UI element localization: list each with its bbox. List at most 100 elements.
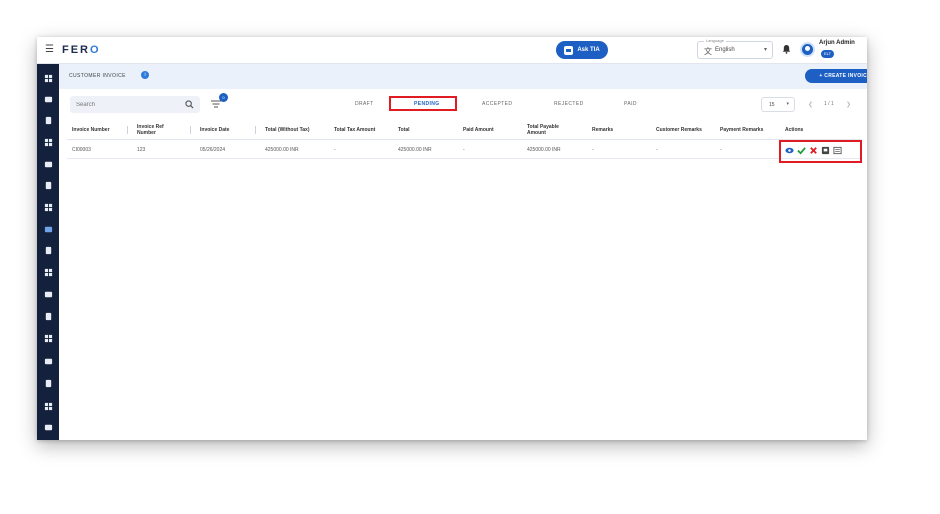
sidebar-item-reports[interactable] [42, 310, 54, 322]
cell-total-without-tax: 425000.00 INR [265, 147, 299, 153]
sidebar-item-documents[interactable] [42, 244, 54, 256]
table-row[interactable]: CI00003 123 05/26/2024 425000.00 INR - 4… [67, 141, 862, 159]
ask-assistant-button[interactable]: Ask TIA [556, 41, 608, 59]
language-caption: Language [704, 38, 726, 43]
user-role-badge: ELT [821, 50, 835, 58]
column-divider[interactable] [190, 126, 191, 134]
sidebar-item-transport[interactable] [42, 266, 54, 278]
cell-invoice-number: CI00003 [72, 147, 91, 153]
column-header[interactable]: Invoice Date [200, 127, 229, 133]
column-header[interactable]: Total (Without Tax) [265, 127, 309, 133]
search-input[interactable] [76, 100, 176, 109]
sidebar-item-apps[interactable] [42, 355, 54, 367]
modules-icon [44, 334, 52, 342]
user-name: Arjun Admin [819, 40, 855, 46]
prev-page-icon[interactable]: ❮ [808, 101, 813, 108]
top-bar: ☰ FERO Ask TIA Language 文 English ▾ Arju… [37, 37, 867, 64]
sidebar-item-shipments[interactable] [42, 158, 54, 170]
reports-icon [45, 312, 51, 320]
table-header: Invoice Number Invoice Ref Number Invoic… [67, 120, 862, 140]
translate-icon: 文 [704, 47, 712, 56]
sidebar-item-settings[interactable] [42, 377, 54, 389]
documents-icon [45, 246, 51, 254]
create-invoice-button[interactable]: + CREATE INVOICE [805, 69, 867, 83]
sidebar-item-orders[interactable] [42, 114, 54, 126]
avatar-icon[interactable] [800, 42, 815, 57]
app-logo[interactable]: FERO [62, 44, 101, 56]
payments-icon [45, 181, 51, 189]
cell-total: 425000.00 INR [398, 147, 432, 153]
more-icon[interactable] [833, 146, 842, 155]
shipments-icon [44, 161, 52, 167]
sidebar-item-help[interactable] [42, 421, 54, 433]
column-header[interactable]: Invoice Number [72, 127, 110, 133]
help-icon [44, 424, 52, 430]
reject-icon[interactable] [809, 146, 818, 155]
cell-invoice-date: 05/26/2024 [200, 147, 226, 153]
column-header[interactable]: Paid Amount [463, 127, 494, 133]
cell-paid-amount: - [463, 147, 465, 153]
language-value: English [715, 47, 735, 53]
column-divider[interactable] [127, 126, 128, 134]
column-header[interactable]: Remarks [592, 127, 613, 133]
settings-icon [45, 379, 51, 387]
tab-paid[interactable]: PAID [624, 101, 637, 107]
catalog-icon [44, 96, 52, 102]
column-header[interactable]: Total Tax Amount [334, 127, 375, 133]
sidebar-item-payments[interactable] [42, 179, 54, 191]
bell-icon[interactable] [782, 44, 791, 54]
page-size-select[interactable]: 15 ▾ [761, 97, 795, 112]
column-header[interactable]: Invoice Ref Number [137, 124, 175, 136]
pending-tab-highlight-box [389, 96, 457, 111]
view-icon[interactable] [785, 146, 794, 155]
menu-icon[interactable]: ☰ [45, 45, 54, 55]
cell-remarks: - [592, 147, 594, 153]
search-icon[interactable] [185, 100, 194, 109]
column-header[interactable]: Payment Remarks [720, 127, 763, 133]
storage-icon [44, 402, 52, 410]
cell-total-tax: - [334, 147, 336, 153]
orders-icon [45, 116, 51, 124]
sidebar-item-dashboard[interactable] [42, 72, 54, 84]
page-size-value: 15 [769, 102, 775, 108]
sidebar-item-modules[interactable] [42, 332, 54, 344]
chevron-down-icon: ▾ [786, 101, 789, 107]
sidebar-item-billing[interactable] [42, 201, 54, 213]
tab-accepted[interactable]: ACCEPTED [482, 101, 512, 107]
language-select[interactable]: Language 文 English ▾ [697, 38, 773, 59]
cell-payment-remarks: - [720, 147, 722, 153]
filter-count-badge: 0 [219, 93, 228, 102]
cell-invoice-ref: 123 [137, 147, 146, 153]
download-icon[interactable] [821, 146, 830, 155]
transport-icon [44, 268, 52, 276]
page-header: CUSTOMER INVOICE i + CREATE INVOICE [59, 64, 867, 89]
ask-button-label: Ask TIA [577, 47, 600, 53]
cell-customer-remarks: - [656, 147, 658, 153]
info-icon[interactable]: i [141, 71, 149, 79]
invoices-icon [44, 226, 52, 232]
sidebar-item-catalog[interactable] [42, 93, 54, 105]
next-page-icon[interactable]: ❯ [846, 101, 851, 108]
column-header[interactable]: Total Payable Amount [527, 124, 577, 136]
column-header[interactable]: Total [398, 127, 410, 133]
billing-icon [44, 203, 52, 211]
tab-draft[interactable]: DRAFT [355, 101, 374, 107]
app-window: ☰ FERO Ask TIA Language 文 English ▾ Arju… [37, 37, 867, 440]
column-header[interactable]: Customer Remarks [656, 127, 702, 133]
dashboard-icon [44, 74, 52, 82]
cell-total-payable: 425000.00 INR [527, 147, 561, 153]
apps-icon [44, 358, 52, 364]
sidebar-item-invoices[interactable] [39, 221, 57, 237]
chevron-down-icon: ▾ [763, 47, 767, 53]
column-divider[interactable] [255, 126, 256, 134]
analytics-icon [44, 138, 52, 146]
sidebar-item-analytics[interactable] [42, 136, 54, 148]
sidebar [37, 64, 59, 440]
page-range: 1 / 1 [824, 101, 834, 107]
accept-icon[interactable] [797, 146, 806, 155]
sidebar-item-finance[interactable] [42, 288, 54, 300]
search-field[interactable] [70, 96, 200, 113]
sidebar-item-storage[interactable] [42, 400, 54, 412]
tab-rejected[interactable]: REJECTED [554, 101, 584, 107]
finance-icon [44, 291, 52, 297]
